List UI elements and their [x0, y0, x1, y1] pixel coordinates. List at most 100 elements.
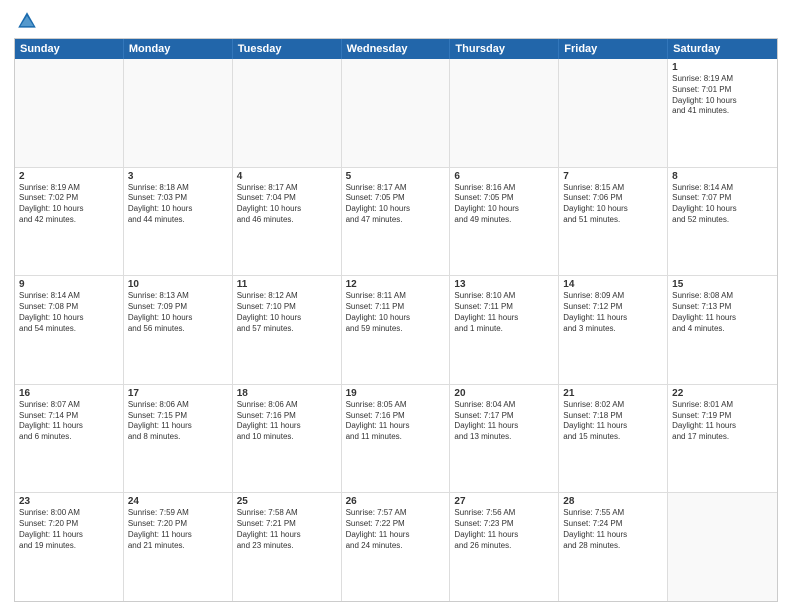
day-number: 10 [128, 279, 228, 290]
calendar-cell: 24Sunrise: 7:59 AM Sunset: 7:20 PM Dayli… [124, 493, 233, 601]
calendar-row: 2Sunrise: 8:19 AM Sunset: 7:02 PM Daylig… [15, 168, 777, 277]
day-info: Sunrise: 8:04 AM Sunset: 7:17 PM Dayligh… [454, 400, 554, 443]
day-number: 4 [237, 171, 337, 182]
calendar-cell: 18Sunrise: 8:06 AM Sunset: 7:16 PM Dayli… [233, 385, 342, 493]
calendar-cell: 10Sunrise: 8:13 AM Sunset: 7:09 PM Dayli… [124, 276, 233, 384]
calendar-cell: 7Sunrise: 8:15 AM Sunset: 7:06 PM Daylig… [559, 168, 668, 276]
calendar-cell: 21Sunrise: 8:02 AM Sunset: 7:18 PM Dayli… [559, 385, 668, 493]
day-number: 3 [128, 171, 228, 182]
calendar-cell: 3Sunrise: 8:18 AM Sunset: 7:03 PM Daylig… [124, 168, 233, 276]
calendar-cell: 28Sunrise: 7:55 AM Sunset: 7:24 PM Dayli… [559, 493, 668, 601]
calendar-cell [233, 59, 342, 167]
calendar-row: 23Sunrise: 8:00 AM Sunset: 7:20 PM Dayli… [15, 493, 777, 601]
page: SundayMondayTuesdayWednesdayThursdayFrid… [0, 0, 792, 612]
day-number: 9 [19, 279, 119, 290]
calendar-cell: 1Sunrise: 8:19 AM Sunset: 7:01 PM Daylig… [668, 59, 777, 167]
day-info: Sunrise: 8:06 AM Sunset: 7:15 PM Dayligh… [128, 400, 228, 443]
weekday-header: Saturday [668, 39, 777, 59]
weekday-header: Thursday [450, 39, 559, 59]
day-number: 13 [454, 279, 554, 290]
day-info: Sunrise: 8:17 AM Sunset: 7:04 PM Dayligh… [237, 183, 337, 226]
day-info: Sunrise: 8:16 AM Sunset: 7:05 PM Dayligh… [454, 183, 554, 226]
day-number: 1 [672, 62, 773, 73]
day-info: Sunrise: 8:17 AM Sunset: 7:05 PM Dayligh… [346, 183, 446, 226]
day-info: Sunrise: 8:12 AM Sunset: 7:10 PM Dayligh… [237, 291, 337, 334]
day-number: 7 [563, 171, 663, 182]
day-number: 24 [128, 496, 228, 507]
day-info: Sunrise: 8:13 AM Sunset: 7:09 PM Dayligh… [128, 291, 228, 334]
day-number: 18 [237, 388, 337, 399]
day-number: 15 [672, 279, 773, 290]
day-number: 5 [346, 171, 446, 182]
calendar-cell: 6Sunrise: 8:16 AM Sunset: 7:05 PM Daylig… [450, 168, 559, 276]
day-info: Sunrise: 8:06 AM Sunset: 7:16 PM Dayligh… [237, 400, 337, 443]
calendar-cell: 23Sunrise: 8:00 AM Sunset: 7:20 PM Dayli… [15, 493, 124, 601]
weekday-header: Wednesday [342, 39, 451, 59]
calendar-row: 9Sunrise: 8:14 AM Sunset: 7:08 PM Daylig… [15, 276, 777, 385]
calendar-cell [668, 493, 777, 601]
calendar-cell: 2Sunrise: 8:19 AM Sunset: 7:02 PM Daylig… [15, 168, 124, 276]
day-number: 27 [454, 496, 554, 507]
day-info: Sunrise: 7:58 AM Sunset: 7:21 PM Dayligh… [237, 508, 337, 551]
calendar-cell: 26Sunrise: 7:57 AM Sunset: 7:22 PM Dayli… [342, 493, 451, 601]
calendar-row: 1Sunrise: 8:19 AM Sunset: 7:01 PM Daylig… [15, 59, 777, 168]
calendar-cell [450, 59, 559, 167]
day-number: 12 [346, 279, 446, 290]
day-info: Sunrise: 7:56 AM Sunset: 7:23 PM Dayligh… [454, 508, 554, 551]
calendar-row: 16Sunrise: 8:07 AM Sunset: 7:14 PM Dayli… [15, 385, 777, 494]
header [14, 10, 778, 32]
day-number: 14 [563, 279, 663, 290]
day-info: Sunrise: 8:02 AM Sunset: 7:18 PM Dayligh… [563, 400, 663, 443]
day-info: Sunrise: 8:05 AM Sunset: 7:16 PM Dayligh… [346, 400, 446, 443]
day-number: 28 [563, 496, 663, 507]
day-number: 16 [19, 388, 119, 399]
day-info: Sunrise: 8:01 AM Sunset: 7:19 PM Dayligh… [672, 400, 773, 443]
day-info: Sunrise: 8:09 AM Sunset: 7:12 PM Dayligh… [563, 291, 663, 334]
calendar-cell: 17Sunrise: 8:06 AM Sunset: 7:15 PM Dayli… [124, 385, 233, 493]
day-info: Sunrise: 7:59 AM Sunset: 7:20 PM Dayligh… [128, 508, 228, 551]
day-number: 20 [454, 388, 554, 399]
day-info: Sunrise: 8:18 AM Sunset: 7:03 PM Dayligh… [128, 183, 228, 226]
day-info: Sunrise: 8:10 AM Sunset: 7:11 PM Dayligh… [454, 291, 554, 334]
calendar-cell: 11Sunrise: 8:12 AM Sunset: 7:10 PM Dayli… [233, 276, 342, 384]
day-number: 26 [346, 496, 446, 507]
day-info: Sunrise: 8:14 AM Sunset: 7:07 PM Dayligh… [672, 183, 773, 226]
day-info: Sunrise: 8:00 AM Sunset: 7:20 PM Dayligh… [19, 508, 119, 551]
day-info: Sunrise: 8:14 AM Sunset: 7:08 PM Dayligh… [19, 291, 119, 334]
calendar-cell: 8Sunrise: 8:14 AM Sunset: 7:07 PM Daylig… [668, 168, 777, 276]
weekday-header: Friday [559, 39, 668, 59]
day-info: Sunrise: 8:11 AM Sunset: 7:11 PM Dayligh… [346, 291, 446, 334]
day-info: Sunrise: 7:57 AM Sunset: 7:22 PM Dayligh… [346, 508, 446, 551]
calendar-cell: 22Sunrise: 8:01 AM Sunset: 7:19 PM Dayli… [668, 385, 777, 493]
day-info: Sunrise: 8:15 AM Sunset: 7:06 PM Dayligh… [563, 183, 663, 226]
logo-icon [16, 10, 38, 32]
day-number: 19 [346, 388, 446, 399]
day-info: Sunrise: 8:19 AM Sunset: 7:01 PM Dayligh… [672, 74, 773, 117]
calendar-cell: 20Sunrise: 8:04 AM Sunset: 7:17 PM Dayli… [450, 385, 559, 493]
calendar-header: SundayMondayTuesdayWednesdayThursdayFrid… [15, 39, 777, 59]
day-number: 25 [237, 496, 337, 507]
day-number: 21 [563, 388, 663, 399]
day-number: 17 [128, 388, 228, 399]
calendar-cell: 19Sunrise: 8:05 AM Sunset: 7:16 PM Dayli… [342, 385, 451, 493]
day-number: 11 [237, 279, 337, 290]
day-number: 2 [19, 171, 119, 182]
calendar-cell [559, 59, 668, 167]
day-info: Sunrise: 8:08 AM Sunset: 7:13 PM Dayligh… [672, 291, 773, 334]
day-number: 22 [672, 388, 773, 399]
day-info: Sunrise: 7:55 AM Sunset: 7:24 PM Dayligh… [563, 508, 663, 551]
calendar-cell [342, 59, 451, 167]
calendar-cell: 13Sunrise: 8:10 AM Sunset: 7:11 PM Dayli… [450, 276, 559, 384]
weekday-header: Sunday [15, 39, 124, 59]
calendar-cell: 4Sunrise: 8:17 AM Sunset: 7:04 PM Daylig… [233, 168, 342, 276]
calendar-cell: 5Sunrise: 8:17 AM Sunset: 7:05 PM Daylig… [342, 168, 451, 276]
calendar-body: 1Sunrise: 8:19 AM Sunset: 7:01 PM Daylig… [15, 59, 777, 601]
calendar-cell: 9Sunrise: 8:14 AM Sunset: 7:08 PM Daylig… [15, 276, 124, 384]
calendar-cell: 15Sunrise: 8:08 AM Sunset: 7:13 PM Dayli… [668, 276, 777, 384]
day-number: 6 [454, 171, 554, 182]
calendar-cell [15, 59, 124, 167]
calendar-cell: 12Sunrise: 8:11 AM Sunset: 7:11 PM Dayli… [342, 276, 451, 384]
calendar-cell: 27Sunrise: 7:56 AM Sunset: 7:23 PM Dayli… [450, 493, 559, 601]
day-info: Sunrise: 8:19 AM Sunset: 7:02 PM Dayligh… [19, 183, 119, 226]
day-info: Sunrise: 8:07 AM Sunset: 7:14 PM Dayligh… [19, 400, 119, 443]
